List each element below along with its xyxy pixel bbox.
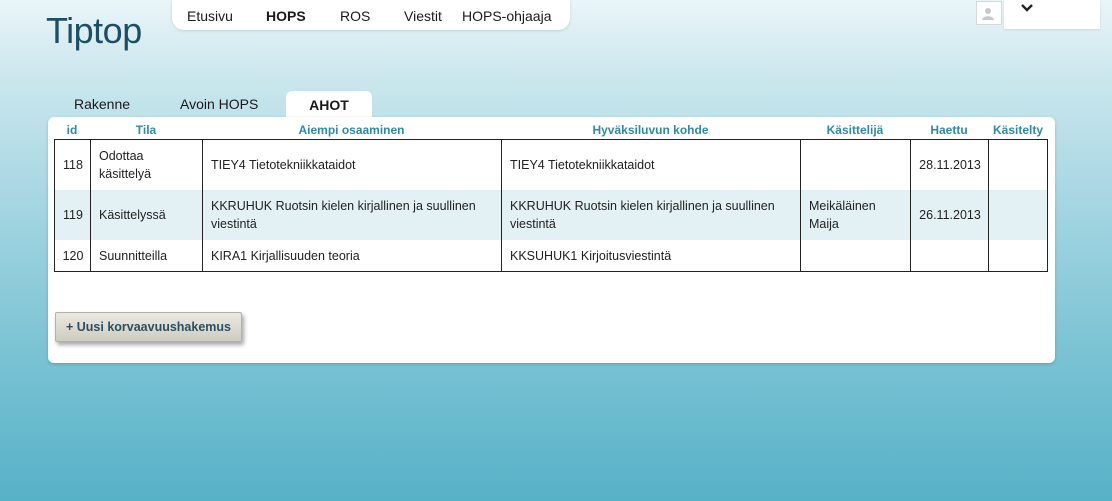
table-row[interactable]: 120 Suunnitteilla KIRA1 Kirjallisuuden t… bbox=[55, 240, 1047, 271]
column-divider bbox=[800, 140, 801, 271]
app-logo: Tiptop bbox=[46, 10, 142, 51]
cell-hyvaksiluvun-kohde: KKRUHUK Ruotsin kielen kirjallinen ja su… bbox=[510, 199, 775, 231]
cell-kasitelty bbox=[989, 240, 1047, 271]
cell-haettu bbox=[911, 240, 989, 271]
column-divider bbox=[202, 140, 203, 271]
cell-kasitelty bbox=[989, 190, 1047, 240]
column-divider bbox=[910, 140, 911, 271]
cell-id: 120 bbox=[62, 248, 84, 263]
cell-hyvaksiluvun-kohde: TIEY4 Tietotekniikkataidot bbox=[510, 158, 655, 172]
cell-tila: Odottaa käsittelyä bbox=[99, 149, 152, 181]
nav-tab-viestit[interactable]: Viestit bbox=[404, 8, 442, 24]
column-header-kasitelty: Käsitelty bbox=[992, 123, 1044, 137]
cell-tila: Suunnitteilla bbox=[99, 248, 168, 263]
nav-tab-hops-ohjaaja[interactable]: HOPS-ohjaaja bbox=[462, 8, 552, 24]
column-divider bbox=[501, 140, 502, 271]
user-avatar-icon bbox=[982, 8, 994, 20]
column-header-haettu: Haettu bbox=[930, 123, 968, 137]
column-header-tila: Tila bbox=[135, 123, 157, 137]
column-divider bbox=[90, 140, 91, 271]
nav-tab-hops[interactable]: HOPS bbox=[266, 8, 306, 24]
nav-tab-etusivu[interactable]: Etusivu bbox=[187, 8, 233, 24]
cell-kasittelija bbox=[801, 140, 911, 190]
cell-aiempi-osaaminen: KKRUHUK Ruotsin kielen kirjallinen ja su… bbox=[211, 199, 476, 231]
user-menu-dropdown[interactable] bbox=[1004, 0, 1100, 29]
column-divider bbox=[988, 140, 989, 271]
cell-tila: Käsittelyssä bbox=[99, 208, 166, 222]
cell-kasitelty bbox=[989, 140, 1047, 190]
cell-haettu: 28.11.2013 bbox=[919, 158, 981, 172]
ahot-table: 118 Odottaa käsittelyä TIEY4 Tietoteknii… bbox=[54, 139, 1048, 272]
column-header-id: id bbox=[66, 123, 78, 137]
cell-id: 119 bbox=[63, 208, 83, 222]
cell-haettu: 26.11.2013 bbox=[919, 208, 981, 222]
subtab-rakenne[interactable]: Rakenne bbox=[74, 96, 130, 112]
column-header-kasittelija: Käsittelijä bbox=[826, 123, 884, 137]
top-navigation: Etusivu HOPS ROS Viestit HOPS-ohjaaja bbox=[172, 0, 570, 30]
cell-id: 118 bbox=[63, 158, 83, 172]
table-row[interactable]: 118 Odottaa käsittelyä TIEY4 Tietoteknii… bbox=[55, 140, 1047, 190]
column-header-hyvaksiluvun-kohde: Hyväksiluvun kohde bbox=[592, 123, 709, 137]
nav-tab-ros[interactable]: ROS bbox=[340, 8, 370, 24]
cell-hyvaksiluvun-kohde: KKSUHUK1 Kirjoitusviestintä bbox=[510, 248, 672, 263]
add-application-button[interactable]: + Uusi korvaavuushakemus bbox=[55, 312, 242, 342]
cell-aiempi-osaaminen: KIRA1 Kirjallisuuden teoria bbox=[211, 248, 360, 263]
subtab-avoin-hops[interactable]: Avoin HOPS bbox=[180, 96, 258, 112]
cell-aiempi-osaaminen: TIEY4 Tietotekniikkataidot bbox=[211, 158, 356, 172]
user-avatar[interactable] bbox=[976, 1, 1002, 25]
cell-kasittelija bbox=[801, 240, 911, 271]
table-row[interactable]: 119 Käsittelyssä KKRUHUK Ruotsin kielen … bbox=[55, 190, 1047, 240]
cell-kasittelija: Meikäläinen Maija bbox=[809, 199, 876, 231]
chevron-down-icon bbox=[1021, 4, 1033, 12]
column-header-aiempi-osaaminen: Aiempi osaaminen bbox=[298, 123, 405, 137]
